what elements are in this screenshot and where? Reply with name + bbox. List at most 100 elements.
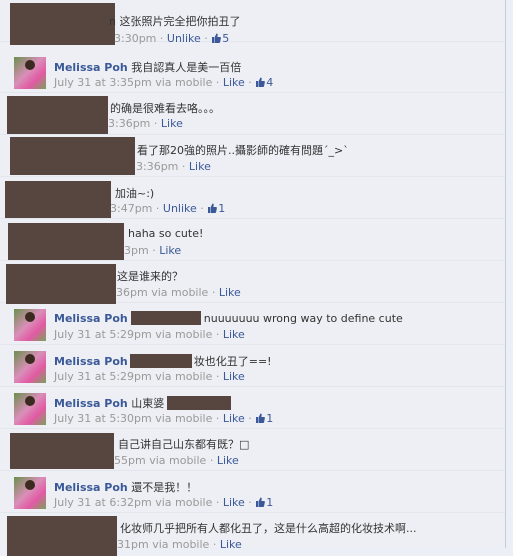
comment-time[interactable]: 31pm [117,538,149,551]
comment-text: 看了那20強的照片..攝影師的確有問題´_>` [137,144,349,157]
comment-item: 看了那20強的照片..攝影師的確有問題´_>` 3:36pm · Like [0,135,505,177]
comment-text: haha so cute! [128,227,204,240]
redacted-block [8,223,124,260]
comment-text: 这是谁来的？ [117,270,183,283]
comment-item: haha so cute! 3pm · Like [0,219,505,261]
comment-time[interactable]: 36pm [116,286,148,299]
comment-text: Melissa Poh 妆也化丑了==! [54,354,272,368]
comment-meta: July 31 at 3:35pm via mobile · Like · 4 [54,76,274,89]
redacted-block [167,396,232,410]
comment-meta: 3:30pm · Unlike · 5 [114,32,230,45]
like-link[interactable]: Like [223,370,245,383]
comment-author[interactable]: Melissa Poh [54,355,128,368]
avatar[interactable] [14,57,46,89]
comment-time[interactable]: 3pm [124,244,149,257]
like-link[interactable]: Like [159,244,181,257]
redacted-block [7,516,117,556]
like-link[interactable]: Like [219,286,241,299]
comment-time[interactable]: 3:36pm [108,117,150,130]
like-link[interactable]: Like [223,328,245,341]
comment-time[interactable]: July 31 at 5:30pm [54,412,152,425]
comment-text: 加油~:) [115,187,155,200]
like-count[interactable]: 5 [211,32,229,45]
like-link[interactable]: Like [223,496,245,509]
avatar[interactable] [14,351,46,383]
comment-text: Melissa Poh nuuuuuuu wrong way to define … [54,311,403,325]
comment-meta: 36pm via mobile · Like [116,286,241,299]
like-link[interactable]: Like [161,117,183,130]
comment-time[interactable]: 55pm [114,454,146,467]
comment-item: 的确是很难看去咯。。。 3:36pm · Like [0,93,505,135]
redacted-block [5,181,111,218]
like-link[interactable]: Like [220,538,242,551]
comment-text: 化妆师几乎把所有人都化丑了，这是什么高超的化妆技术啊... [120,522,417,535]
unlike-link[interactable]: Unlike [167,32,201,45]
like-count-value: 1 [266,496,274,509]
comment-text: n 这张照片完全把你拍丑了 [109,15,241,28]
comment-item: Melissa Poh 妆也化丑了==! July 31 at 5:29pm vi… [0,345,505,387]
redacted-block [10,137,135,175]
comment-item: Melissa Poh 還不是我！！ July 31 at 6:32pm via… [0,471,505,513]
comment-time[interactable]: July 31 at 5:29pm [54,328,152,341]
avatar[interactable] [14,477,46,509]
like-link[interactable]: Like [189,160,211,173]
comment-item: Melissa Poh 山東婆 July 31 at 5:30pm via mo… [0,387,505,429]
avatar[interactable] [14,309,46,341]
comment-meta: 3:36pm · Like [108,117,183,130]
comment-author[interactable]: Melissa Poh [54,61,128,74]
avatar[interactable] [14,393,46,425]
comment-item: n 这张照片完全把你拍丑了 3:30pm · Unlike · 5 [0,0,505,45]
unlike-link[interactable]: Unlike [163,202,197,215]
like-count[interactable]: 1 [255,412,273,425]
comment-text: 自己讲自己山东都有既？□ [118,438,250,451]
redacted-block [129,354,192,368]
redacted-block [10,3,115,45]
like-count-value: 1 [218,202,226,215]
like-count-value: 1 [266,412,274,425]
comment-time[interactable]: 3:36pm [136,160,178,173]
comment-meta: July 31 at 5:30pm via mobile · Like · 1 [54,412,274,425]
comment-list: n 这张照片完全把你拍丑了 3:30pm · Unlike · 5 Meliss… [0,0,506,556]
redacted-block [7,96,108,134]
comment-text: Melissa Poh 我自認真人是美一百倍 [54,61,242,74]
thumbs-up-icon [256,77,266,87]
comment-item: 加油~:) 3:47pm · Unlike · 1 [0,177,505,219]
like-link[interactable]: Like [223,412,245,425]
comment-meta: July 31 at 6:32pm via mobile · Like · 1 [54,496,274,509]
comment-time[interactable]: 3:30pm [114,32,156,45]
comment-author[interactable]: Melissa Poh [54,312,128,325]
redacted-block [130,311,201,325]
comment-text: Melissa Poh 還不是我！！ [54,481,198,494]
comment-time[interactable]: July 31 at 5:29pm [54,370,152,383]
like-count[interactable]: 4 [255,76,273,89]
comment-author[interactable]: Melissa Poh [54,481,128,494]
comment-text: Melissa Poh 山東婆 [54,395,232,411]
comment-item: Melissa Poh nuuuuuuu wrong way to define … [0,303,505,345]
like-count-value: 5 [222,32,230,45]
comment-meta: 3:36pm · Like [136,160,211,173]
thumbs-up-icon [212,33,222,43]
comment-time[interactable]: 3:47pm [110,202,152,215]
comment-item: 自己讲自己山东都有既？□ 55pm via mobile · Like [0,429,505,471]
comment-meta: July 31 at 5:29pm via mobile · Like [54,328,245,341]
like-count[interactable]: 1 [207,202,225,215]
comment-author[interactable]: Melissa Poh [54,397,128,410]
comment-meta: 31pm via mobile · Like [117,538,242,551]
comment-time[interactable]: July 31 at 6:32pm [54,496,152,509]
thumbs-up-icon [208,203,218,213]
like-link[interactable]: Like [223,76,245,89]
comment-item: 这是谁来的？ 36pm via mobile · Like [0,261,505,304]
redacted-block [10,433,114,469]
comment-meta: 3pm · Like [124,244,182,257]
comment-meta: 55pm via mobile · Like [114,454,239,467]
thumbs-up-icon [256,413,266,423]
comment-time[interactable]: July 31 at 3:35pm [54,76,152,89]
thumbs-up-icon [256,497,266,507]
comment-text: 的确是很难看去咯。。。 [110,102,220,115]
like-count[interactable]: 1 [255,496,273,509]
comment-meta: 3:47pm · Unlike · 1 [110,202,226,215]
like-count-value: 4 [266,76,274,89]
redacted-block [6,264,116,304]
like-link[interactable]: Like [217,454,239,467]
comment-item: Melissa Poh 我自認真人是美一百倍 July 31 at 3:35pm… [0,51,505,93]
